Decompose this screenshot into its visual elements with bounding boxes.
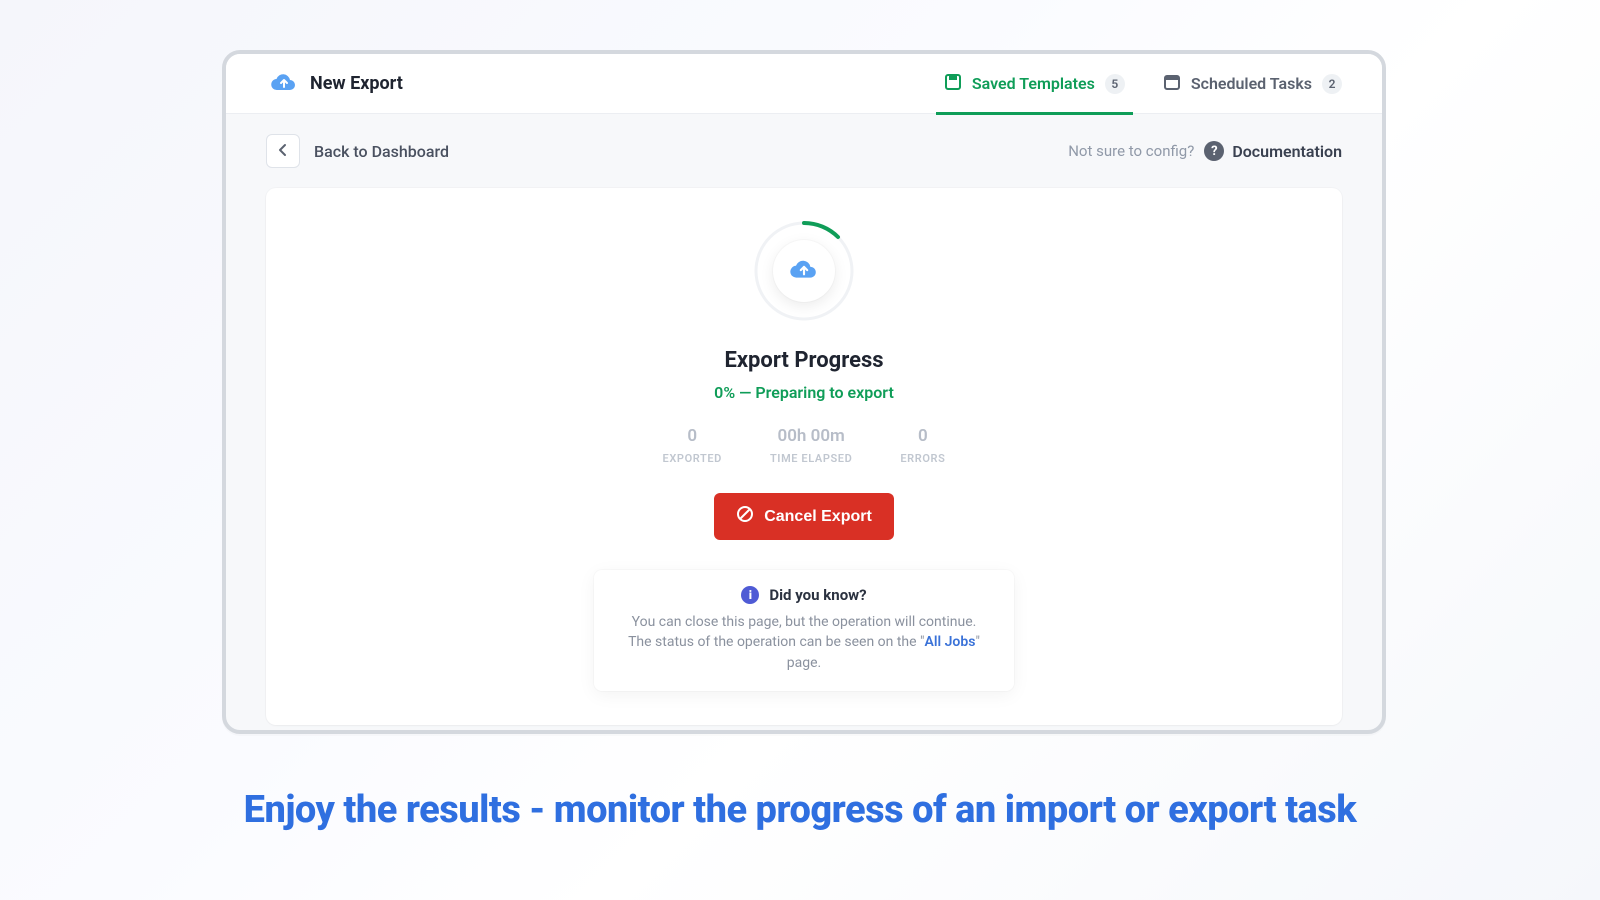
tab-saved-templates[interactable]: Saved Templates 5 bbox=[944, 54, 1125, 114]
tab-bar: Saved Templates 5 Scheduled Tasks 2 bbox=[944, 54, 1342, 114]
metrics: 0 EXPORTED 00h 00m TIME ELAPSED 0 ERRORS bbox=[306, 426, 1302, 465]
progress-status: 0% — Preparing to export bbox=[306, 383, 1302, 402]
calendar-icon bbox=[1163, 73, 1181, 95]
sub-bar: Back to Dashboard Not sure to config? ? … bbox=[226, 114, 1382, 188]
tip-card: i Did you know? You can close this page,… bbox=[594, 570, 1014, 691]
top-bar: New Export Saved Templates 5 Scheduled T… bbox=[226, 54, 1382, 114]
metric-errors: 0 ERRORS bbox=[900, 426, 945, 465]
tip-line2-pre: The status of the operation can be seen … bbox=[628, 634, 924, 650]
back-label: Back to Dashboard bbox=[314, 142, 449, 161]
tip-body: You can close this page, but the operati… bbox=[616, 612, 992, 673]
marketing-caption: Enjoy the results - monitor the progress… bbox=[0, 788, 1600, 832]
arrow-left-icon bbox=[275, 142, 291, 161]
tip-heading: i Did you know? bbox=[616, 586, 992, 604]
app-window: New Export Saved Templates 5 Scheduled T… bbox=[222, 50, 1386, 734]
tip-heading-text: Did you know? bbox=[769, 586, 866, 604]
documentation-link[interactable]: ? Documentation bbox=[1204, 141, 1342, 161]
metric-value: 0 bbox=[663, 426, 722, 446]
cancel-label: Cancel Export bbox=[764, 508, 872, 526]
cancel-export-button[interactable]: Cancel Export bbox=[714, 493, 894, 540]
help-group: Not sure to config? ? Documentation bbox=[1068, 141, 1342, 161]
tab-scheduled-tasks[interactable]: Scheduled Tasks 2 bbox=[1163, 54, 1342, 114]
metric-label: TIME ELAPSED bbox=[770, 452, 852, 465]
progress-title: Export Progress bbox=[306, 348, 1302, 373]
metric-value: 00h 00m bbox=[770, 426, 852, 446]
metric-elapsed: 00h 00m TIME ELAPSED bbox=[770, 426, 852, 465]
metric-label: ERRORS bbox=[900, 452, 945, 465]
tab-label: Saved Templates bbox=[972, 74, 1095, 93]
save-icon bbox=[944, 73, 962, 95]
tab-badge: 2 bbox=[1322, 74, 1342, 94]
tab-label: Scheduled Tasks bbox=[1191, 74, 1312, 93]
metric-value: 0 bbox=[900, 426, 945, 446]
cloud-upload-icon bbox=[270, 71, 298, 97]
progress-card: Export Progress 0% — Preparing to export… bbox=[266, 188, 1342, 725]
brand: New Export bbox=[270, 71, 944, 97]
page-title: New Export bbox=[310, 73, 403, 94]
question-icon: ? bbox=[1204, 141, 1224, 161]
all-jobs-link[interactable]: All Jobs bbox=[925, 634, 976, 650]
tab-badge: 5 bbox=[1105, 74, 1125, 94]
documentation-label: Documentation bbox=[1232, 142, 1342, 161]
back-button[interactable] bbox=[266, 134, 300, 168]
spinner bbox=[306, 220, 1302, 322]
info-icon: i bbox=[741, 586, 759, 604]
back-group: Back to Dashboard bbox=[266, 134, 449, 168]
help-text: Not sure to config? bbox=[1068, 142, 1194, 160]
metric-exported: 0 EXPORTED bbox=[663, 426, 722, 465]
metric-label: EXPORTED bbox=[663, 452, 722, 465]
ban-icon bbox=[736, 505, 754, 528]
tip-line1: You can close this page, but the operati… bbox=[632, 614, 977, 630]
